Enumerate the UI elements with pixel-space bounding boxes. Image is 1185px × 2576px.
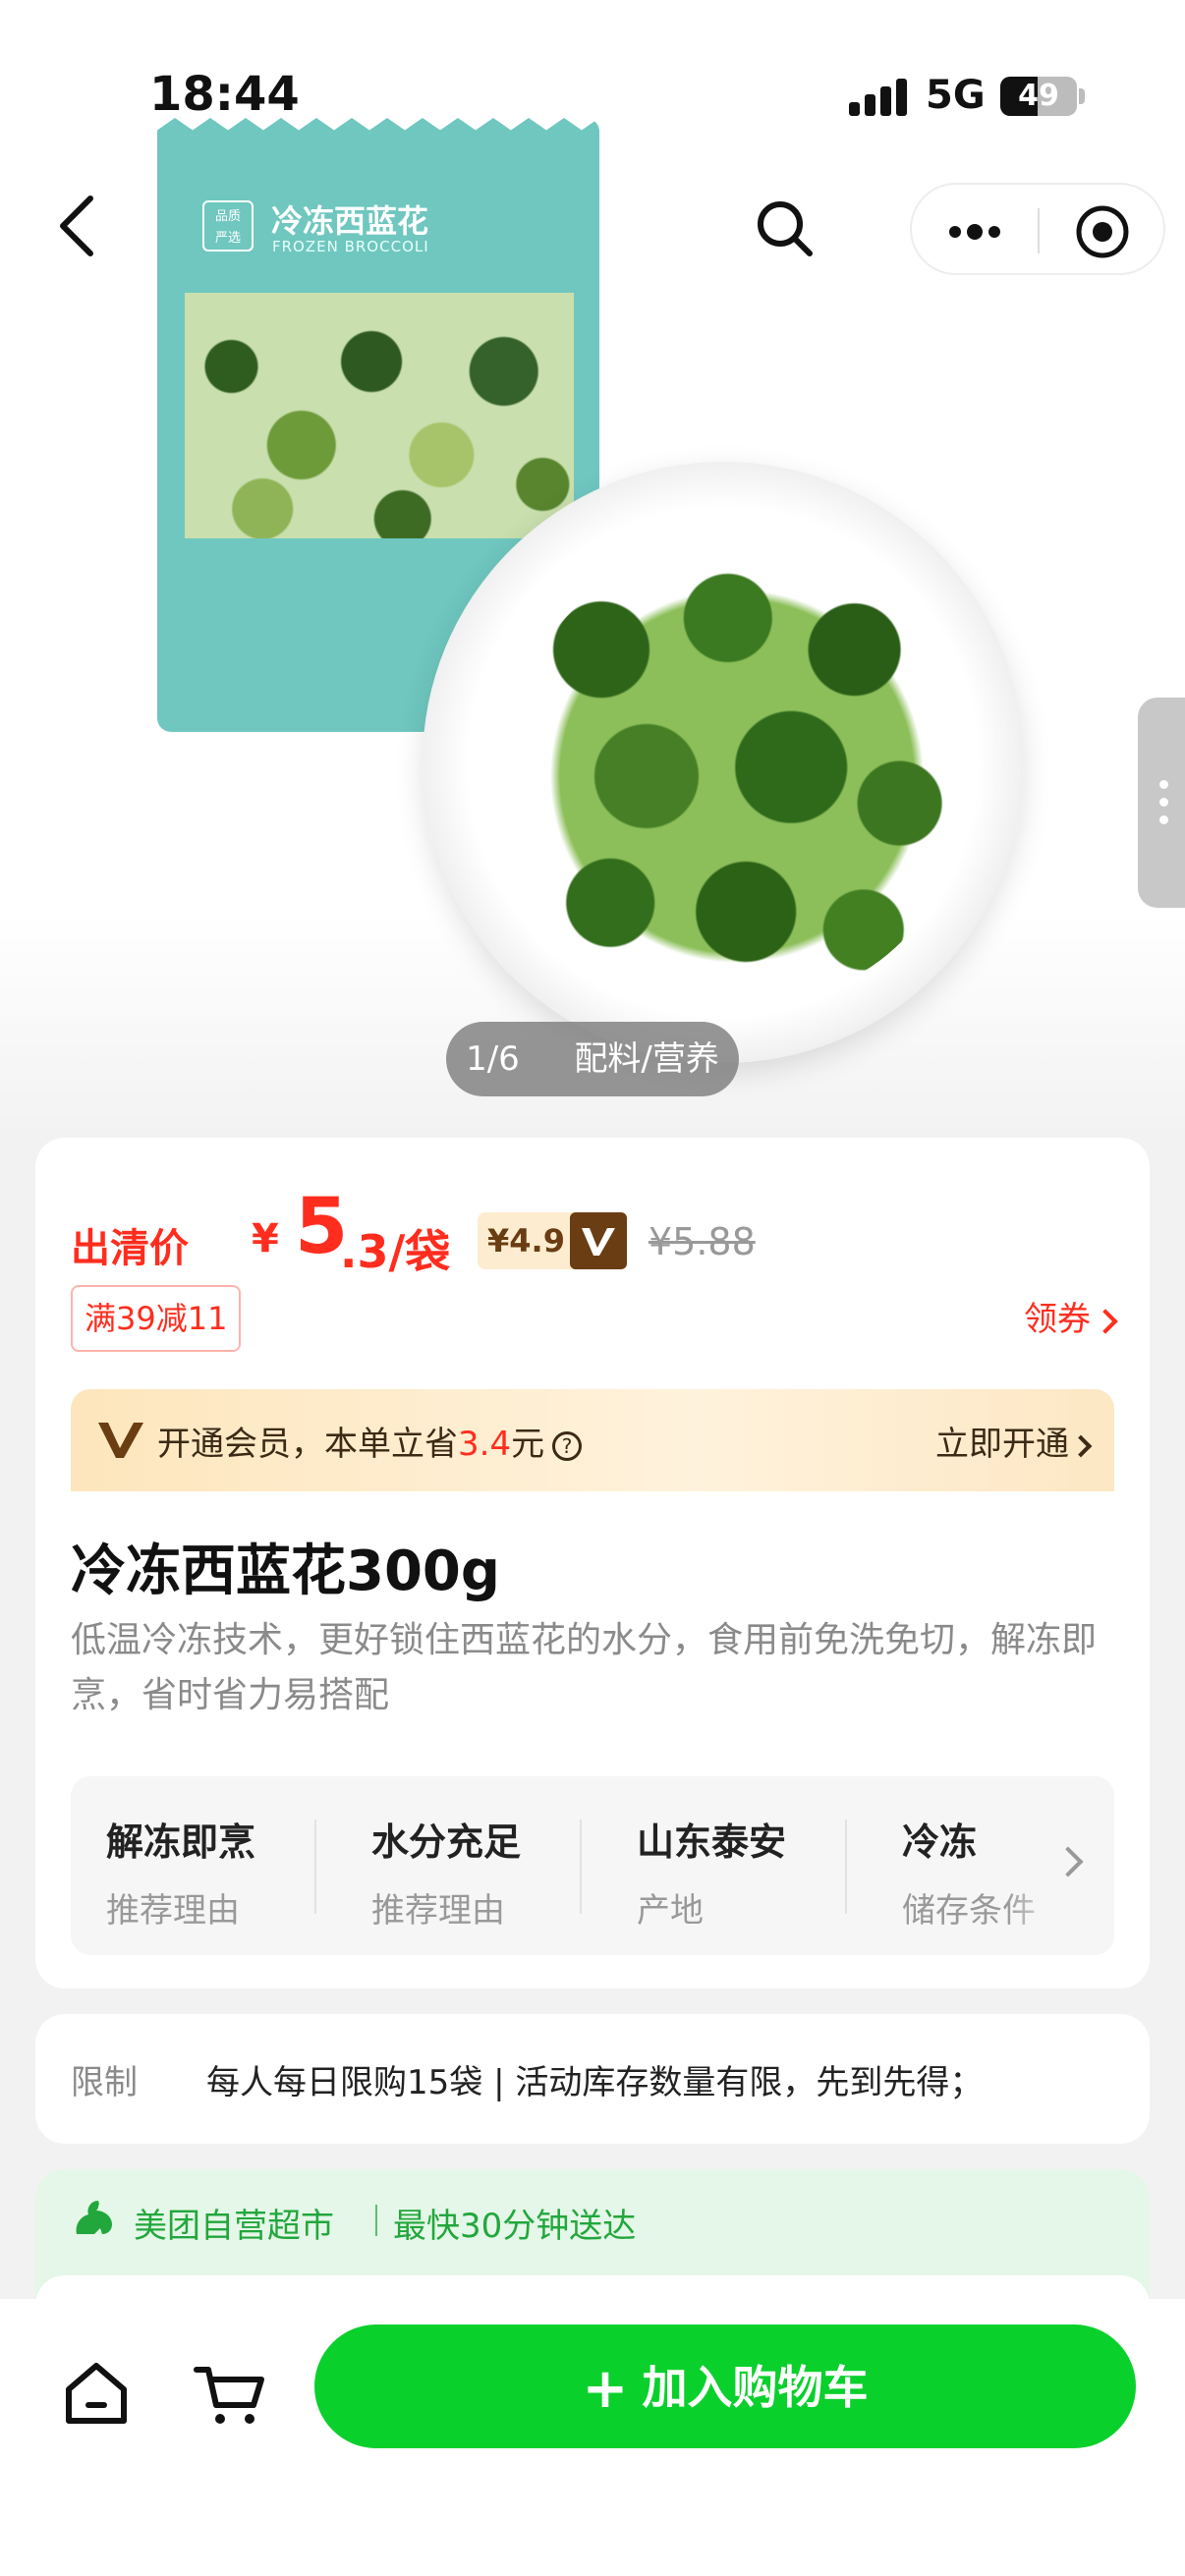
product-description: 低温冷冻技术，更好锁住西蓝花的水分，食用前免洗免切，解冻即烹，省时省力易搭配 [71, 1620, 1098, 1715]
chevron-right-icon [1093, 1308, 1118, 1334]
bottom-action-bar: + 加入购物车 [0, 2299, 1185, 2576]
search-icon[interactable] [753, 196, 818, 261]
attribute-item: 山东泰安 产地 [637, 1820, 787, 1931]
price-label: 出清价 [71, 1226, 189, 1271]
gallery-tab-ingredients[interactable]: 配料/营养 [574, 1039, 718, 1079]
delivery-eta: 最快30分钟送达 [393, 2207, 637, 2246]
attribute-divider [580, 1820, 582, 1914]
product-gallery[interactable]: 品质 严选 冷冻西蓝花 FROZEN BROCCOLI 1/6 配料/营养 [0, 0, 1185, 1140]
battery-level: 49 [1018, 79, 1059, 113]
attribute-item: 解冻即烹 推荐理由 [106, 1820, 256, 1931]
price-decimal-unit: .3/袋 [340, 1225, 451, 1278]
vip-v-icon [570, 1212, 627, 1269]
side-drawer-handle[interactable] [1138, 698, 1185, 908]
limit-label: 限制 [71, 2063, 138, 2102]
get-coupon-label: 领券 [1024, 1300, 1091, 1339]
status-time: 18:44 [149, 67, 300, 122]
quality-badge: 品质 严选 [202, 200, 254, 252]
gallery-index: 1/6 [466, 1039, 520, 1079]
limit-text: 每人每日限购15袋 | 活动库存数量有限，先到先得； [206, 2063, 984, 2102]
price-row: 出清价 ¥ 5 .3/袋 ¥4.9 ¥5.88 [71, 1181, 1112, 1278]
store-name: 美团自营超市 [134, 2207, 334, 2246]
original-price: ¥5.88 [649, 1220, 756, 1263]
meituan-kangaroo-icon [76, 2201, 112, 2234]
vip-v-icon [98, 1423, 143, 1458]
product-attributes[interactable]: 解冻即烹 推荐理由 水分充足 推荐理由 山东泰安 产地 冷冻 储存条件 [71, 1776, 1114, 1955]
product-title: 冷冻西蓝花300g [71, 1540, 500, 1603]
get-coupon-link[interactable]: 领券 [1024, 1293, 1118, 1346]
coupon-tag: 满39减11 [71, 1285, 242, 1352]
gallery-counter[interactable]: 1/6 配料/营养 [446, 1022, 739, 1096]
plus-icon: + [582, 2357, 629, 2421]
membership-banner[interactable]: 开通会员，本单立省3.4元? 立即开通 [71, 1389, 1114, 1491]
add-to-cart-button[interactable]: + 加入购物车 [314, 2324, 1136, 2448]
back-icon[interactable] [51, 193, 106, 259]
signal-icon [849, 79, 908, 116]
open-membership-button[interactable]: 立即开通 [935, 1417, 1093, 1465]
price-currency: ¥ [252, 1216, 279, 1261]
cart-icon[interactable] [193, 2356, 267, 2431]
battery-tip [1079, 88, 1085, 104]
bag-title: 冷冻西蓝花 [271, 202, 429, 240]
more-icon[interactable] [945, 212, 1004, 252]
delivery-divider [375, 2205, 377, 2236]
bag-window-image [185, 293, 574, 538]
close-target-icon[interactable] [1073, 202, 1132, 261]
capsule-divider [1038, 208, 1040, 253]
battery-icon: 49 [1000, 77, 1077, 116]
attribute-item: 水分充足 推荐理由 [371, 1820, 522, 1931]
bag-subtitle: FROZEN BROCCOLI [272, 238, 429, 255]
mini-program-capsule [910, 183, 1165, 275]
question-circle-icon[interactable]: ? [552, 1430, 583, 1461]
vip-price-badge: ¥4.9 [478, 1212, 627, 1269]
home-icon[interactable] [59, 2356, 134, 2431]
network-type: 5G [926, 73, 986, 118]
attribute-divider [845, 1820, 847, 1914]
broccoli-image [511, 550, 963, 1002]
membership-text: 开通会员，本单立省3.4元? [157, 1417, 583, 1465]
vip-price: ¥4.9 [487, 1222, 565, 1260]
purchase-limit-card: 限制 每人每日限购15袋 | 活动库存数量有限，先到先得； [35, 2014, 1150, 2144]
attribute-divider [314, 1820, 316, 1914]
membership-savings: 3.4 [458, 1425, 512, 1464]
product-info-card: 出清价 ¥ 5 .3/袋 ¥4.9 ¥5.88 满39减11 领券 开通会员，本… [35, 1138, 1150, 1988]
status-bar: 18:44 5G 49 [0, 0, 1185, 138]
chevron-right-icon [1069, 1434, 1093, 1457]
